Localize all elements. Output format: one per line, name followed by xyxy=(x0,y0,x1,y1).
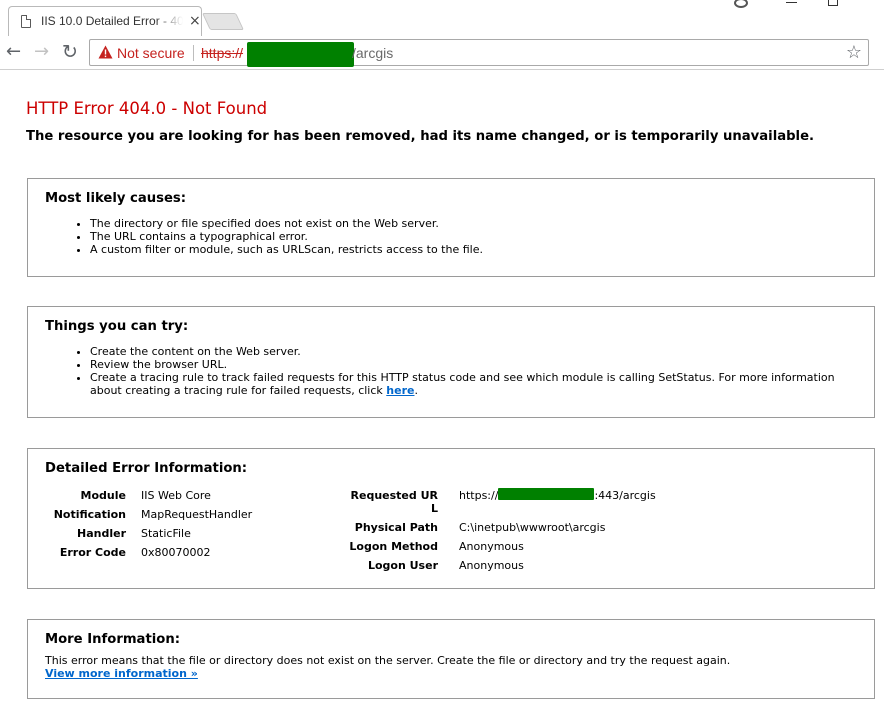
details-right-table: Requested UR L https:// :443/arcgis Physic… xyxy=(328,486,868,575)
details-panel: Detailed Error Information: Module IIS W… xyxy=(27,448,875,589)
url-path: /arcgis xyxy=(352,45,394,61)
tab-close-icon[interactable]: × xyxy=(189,13,201,29)
requested-url-suffix: :443/arcgis xyxy=(594,489,656,502)
page-icon xyxy=(21,15,31,28)
detail-value: Anonymous xyxy=(459,559,524,572)
list-item: Create a tracing rule to track failed re… xyxy=(90,371,860,397)
list-item: Create the content on the Web server. xyxy=(90,345,860,358)
more-info-heading: More Information: xyxy=(45,632,181,647)
period-text: . xyxy=(414,384,418,397)
more-info-panel: More Information: This error means that … xyxy=(27,619,875,699)
list-item: The URL contains a typographical error. xyxy=(90,230,860,243)
forward-arrow-icon[interactable]: → xyxy=(34,40,49,64)
browser-titlebar: IIS 10.0 Detailed Error - 404 × xyxy=(0,0,884,36)
detail-row-error-code: Error Code 0x80070002 xyxy=(28,543,348,562)
new-tab-button[interactable] xyxy=(202,13,244,30)
detail-value: 0x80070002 xyxy=(141,546,211,559)
requested-url-key-line1: Requested UR xyxy=(350,489,438,502)
more-info-text: This error means that the file or direct… xyxy=(45,654,731,667)
causes-heading: Most likely causes: xyxy=(45,191,187,206)
list-item: A custom filter or module, such as URLSc… xyxy=(90,243,860,256)
list-item: Review the browser URL. xyxy=(90,358,860,371)
url-scheme: https:// xyxy=(201,45,244,61)
detail-value: https:// :443/arcgis xyxy=(459,486,656,505)
detail-value: MapRequestHandler xyxy=(141,508,253,521)
address-divider xyxy=(193,45,194,61)
requested-url-key-line2: L xyxy=(430,502,438,515)
detail-value: StaticFile xyxy=(141,527,191,540)
here-link[interactable]: here xyxy=(386,384,414,397)
reload-icon[interactable]: ↻ xyxy=(62,40,78,64)
redacted-host xyxy=(247,42,354,67)
detail-row-requested-url: Requested UR L https:// :443/arcgis xyxy=(328,486,868,518)
detail-value: IIS Web Core xyxy=(141,489,211,502)
try-panel: Things you can try: Create the content o… xyxy=(27,306,875,418)
detail-row-logon-user: Logon User Anonymous xyxy=(328,556,868,575)
causes-panel: Most likely causes: The directory or fil… xyxy=(27,178,875,277)
detail-row-logon-method: Logon Method Anonymous xyxy=(328,537,868,556)
browser-tab[interactable]: IIS 10.0 Detailed Error - 404 × xyxy=(8,6,202,36)
detail-key: Logon Method xyxy=(349,540,438,553)
detail-value: C:\inetpub\wwwroot\arcgis xyxy=(459,521,606,534)
redacted-host xyxy=(498,488,595,500)
detail-key: Notification xyxy=(53,508,126,521)
warning-icon xyxy=(98,45,113,59)
detail-row-physical-path: Physical Path C:\inetpub\wwwroot\arcgis xyxy=(328,518,868,537)
detail-row-notification: Notification MapRequestHandler xyxy=(28,505,348,524)
details-heading: Detailed Error Information: xyxy=(45,461,248,476)
detail-row-handler: Handler StaticFile xyxy=(28,524,348,543)
detail-row-module: Module IIS Web Core xyxy=(28,486,348,505)
try-heading: Things you can try: xyxy=(45,319,189,334)
minimize-icon[interactable] xyxy=(786,2,797,3)
detail-key: Error Code xyxy=(59,546,126,559)
bookmark-star-icon[interactable]: ☆ xyxy=(846,42,862,63)
view-more-info-link[interactable]: View more information » xyxy=(45,667,198,680)
detail-key: Physical Path xyxy=(354,521,438,534)
detail-key: Requested UR L xyxy=(351,489,438,515)
detail-key: Module xyxy=(80,489,126,502)
tab-title: IIS 10.0 Detailed Error - 404 xyxy=(41,14,183,28)
page-subtitle: The resource you are looking for has bee… xyxy=(26,129,815,144)
causes-list: The directory or file specified does not… xyxy=(90,217,860,256)
detail-key: Handler xyxy=(77,527,126,540)
try-list: Create the content on the Web server. Re… xyxy=(90,345,860,397)
account-icon[interactable] xyxy=(734,0,748,8)
detail-key: Logon User xyxy=(367,559,438,572)
page-title: HTTP Error 404.0 - Not Found xyxy=(26,99,268,118)
maximize-icon[interactable] xyxy=(828,0,838,6)
not-secure-label[interactable]: Not secure xyxy=(117,45,185,61)
tracing-rule-text: Create a tracing rule to track failed re… xyxy=(90,371,835,397)
requested-url-prefix: https:// xyxy=(459,489,499,502)
address-bar[interactable]: Not secure https:// /arcgis ☆ xyxy=(89,39,869,67)
detail-value: Anonymous xyxy=(459,540,524,553)
browser-toolbar: ← → ↻ Not secure https:// /arcgis ☆ xyxy=(0,36,884,70)
back-arrow-icon[interactable]: ← xyxy=(6,40,21,64)
list-item: The directory or file specified does not… xyxy=(90,217,860,230)
details-left-table: Module IIS Web Core Notification MapRequ… xyxy=(28,486,348,562)
